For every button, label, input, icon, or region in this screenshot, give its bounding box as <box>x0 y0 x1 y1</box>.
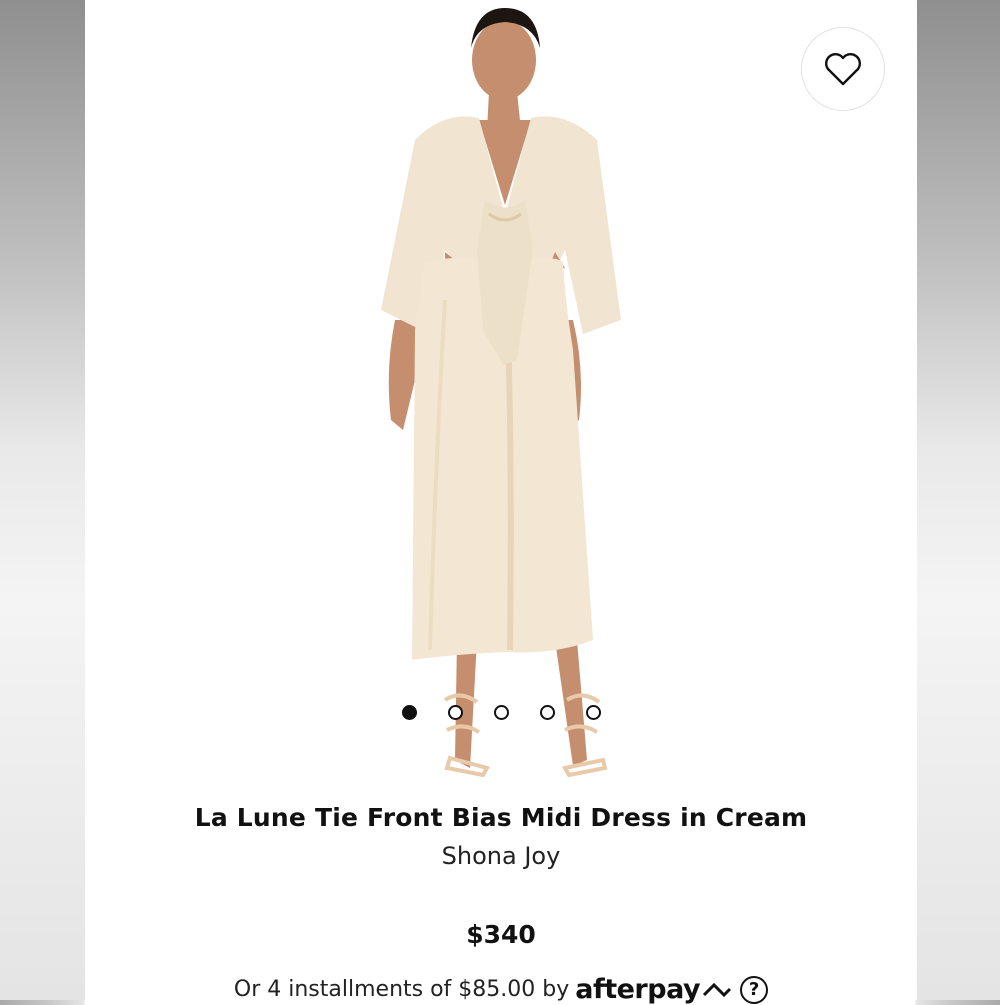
heart-icon <box>825 53 861 86</box>
product-price: $340 <box>466 920 536 949</box>
right-background-strip <box>917 0 1000 1000</box>
afterpay-logo: afterpay <box>575 974 734 1005</box>
left-background-strip <box>0 0 85 1000</box>
product-card: La Lune Tie Front Bias Midi Dress in Cre… <box>85 0 917 1005</box>
product-title: La Lune Tie Front Bias Midi Dress in Cre… <box>194 803 808 832</box>
carousel-dot-2[interactable] <box>447 705 463 720</box>
brand-link[interactable]: Shona Joy <box>85 842 917 870</box>
favorite-button[interactable] <box>801 27 885 111</box>
afterpay-wordmark: afterpay <box>575 974 701 1005</box>
carousel-dot-3[interactable] <box>493 705 509 720</box>
installment-text: Or 4 installments of $85.00 by <box>233 977 570 1002</box>
carousel-dot-4[interactable] <box>539 705 555 720</box>
afterpay-arrow-icon <box>703 982 732 997</box>
help-icon[interactable]: ? <box>740 975 769 1004</box>
product-image[interactable] <box>85 0 917 790</box>
carousel-dot-5[interactable] <box>585 705 601 720</box>
carousel-dot-1[interactable] <box>401 705 417 720</box>
carousel-dots <box>85 705 917 720</box>
installment-info: Or 4 installments of $85.00 by afterpay … <box>85 974 917 1005</box>
